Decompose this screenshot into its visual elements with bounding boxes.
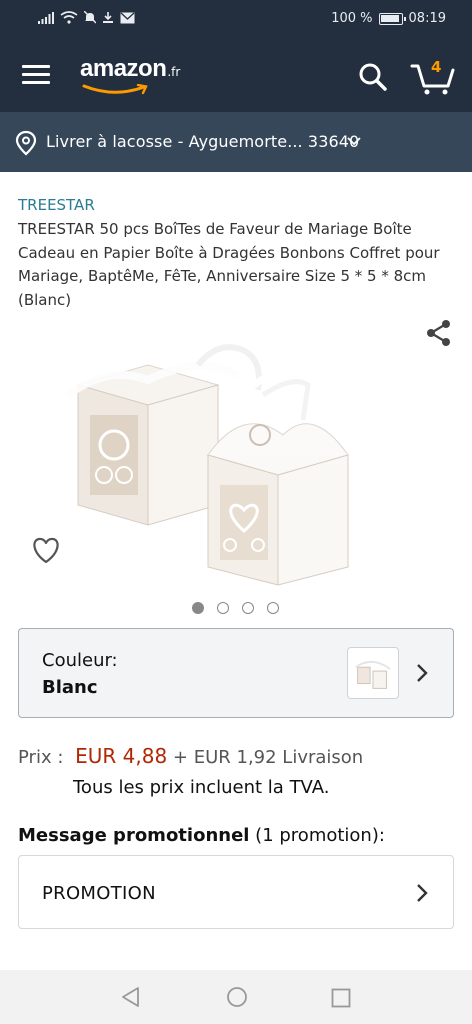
location-pin-icon (15, 130, 37, 156)
carousel-dot[interactable] (217, 602, 229, 614)
logo-word: amazon (80, 55, 167, 82)
signal-icon (38, 11, 54, 24)
delivery-location-text: Livrer à lacosse - Ayguemorte... 33640 (46, 132, 360, 151)
carousel-dot[interactable] (267, 602, 279, 614)
brand-link[interactable]: TREESTAR (18, 196, 95, 214)
delivery-location-bar[interactable]: Livrer à lacosse - Ayguemorte... 33640 (0, 112, 472, 172)
notification-icon (103, 12, 113, 23)
cart-button[interactable]: 4 (410, 58, 456, 96)
back-icon[interactable] (120, 986, 142, 1008)
promo-heading-count: (1 promotion): (249, 825, 385, 846)
tax-note: Tous les prix incluent la TVA. (73, 777, 330, 798)
color-thumbnail (347, 647, 399, 699)
promo-heading-bold: Message promotionnel (18, 825, 250, 846)
status-right: 100 % 08:19 (331, 11, 446, 26)
promotion-button[interactable]: PROMOTION (18, 855, 454, 929)
shipping-cost: + EUR 1,92 Livraison (172, 747, 364, 768)
hamburger-menu-icon[interactable] (22, 65, 50, 85)
logo-suffix: .fr (167, 65, 181, 79)
chevron-down-icon (347, 137, 361, 146)
product-page: 100 % 08:19 amazon.fr 4 Livrer à lacosse… (0, 0, 472, 1024)
chevron-right-icon (417, 884, 428, 902)
status-bar: 100 % 08:19 (0, 0, 472, 38)
carousel-dot[interactable] (192, 602, 204, 614)
logo-smile-icon (82, 84, 148, 95)
wifi-icon (60, 11, 78, 24)
price-label: Prix : (18, 747, 64, 768)
search-icon[interactable] (358, 62, 388, 92)
clock: 08:19 (408, 11, 446, 26)
system-nav-bar (0, 970, 472, 1024)
home-icon[interactable] (226, 986, 248, 1008)
mail-icon (120, 12, 135, 23)
color-label: Couleur: (42, 650, 118, 671)
status-icons (38, 11, 135, 24)
top-header: amazon.fr 4 (0, 38, 472, 112)
product-title: TREESTAR 50 pcs BoîTes de Faveur de Mari… (18, 220, 440, 309)
share-icon[interactable] (424, 318, 454, 348)
battery-icon (378, 12, 406, 25)
battery-percent: 100 % (331, 11, 373, 26)
image-carousel-dots (192, 602, 279, 614)
cart-count: 4 (431, 58, 442, 76)
price-row: Prix : EUR 4,88 + EUR 1,92 Livraison (18, 744, 363, 768)
recent-apps-icon[interactable] (331, 988, 351, 1008)
color-selector[interactable]: Couleur: Blanc (18, 628, 454, 718)
mute-icon (84, 11, 96, 24)
promo-heading: Message promotionnel (1 promotion): (18, 825, 385, 846)
heart-icon[interactable] (30, 535, 62, 565)
carousel-dot[interactable] (242, 602, 254, 614)
amazon-logo[interactable]: amazon.fr (80, 55, 181, 95)
promotion-label: PROMOTION (42, 883, 156, 904)
product-image[interactable] (48, 335, 428, 590)
chevron-right-icon (417, 664, 428, 682)
color-value: Blanc (42, 677, 98, 698)
price-value: EUR 4,88 (75, 744, 168, 768)
